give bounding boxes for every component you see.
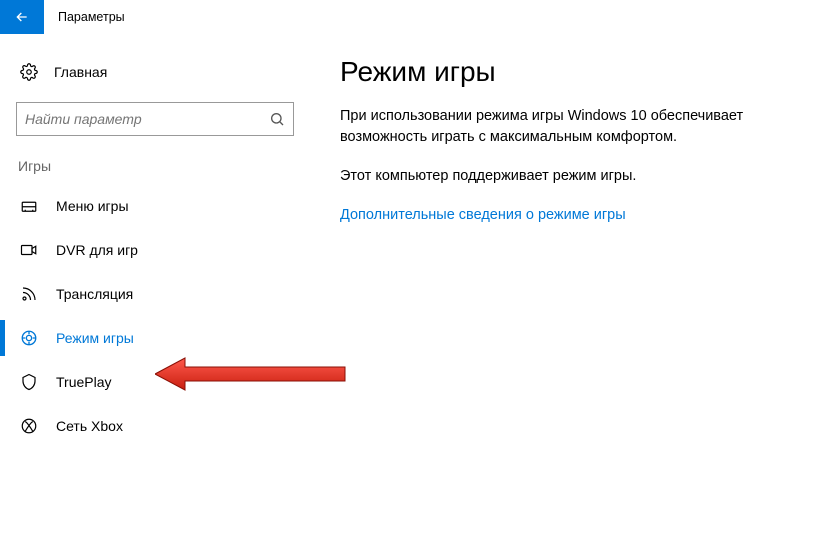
title-bar: Параметры bbox=[0, 0, 830, 34]
nav-item-game-bar[interactable]: Меню игры bbox=[0, 184, 310, 228]
page-heading: Режим игры bbox=[340, 56, 800, 88]
more-info-link[interactable]: Дополнительные сведения о режиме игры bbox=[340, 207, 626, 223]
nav-item-game-mode[interactable]: Режим игры bbox=[0, 316, 310, 360]
game-bar-icon bbox=[20, 197, 38, 215]
home-button[interactable]: Главная bbox=[16, 52, 294, 92]
gear-icon bbox=[20, 63, 38, 81]
nav-label: TruePlay bbox=[56, 374, 112, 390]
nav-label: DVR для игр bbox=[56, 242, 138, 258]
description-text-1: При использовании режима игры Windows 10… bbox=[340, 106, 770, 148]
xbox-icon bbox=[20, 417, 38, 435]
sidebar: Главная Игры Меню игры DVR для игр bbox=[0, 46, 310, 448]
back-arrow-icon bbox=[14, 9, 30, 25]
home-label: Главная bbox=[54, 64, 107, 80]
description-text-2: Этот компьютер поддерживает режим игры. bbox=[340, 166, 770, 187]
broadcast-icon bbox=[20, 285, 38, 303]
search-icon bbox=[269, 111, 285, 127]
nav-label: Сеть Xbox bbox=[56, 418, 123, 434]
window-title: Параметры bbox=[44, 10, 125, 24]
nav-item-xbox-network[interactable]: Сеть Xbox bbox=[0, 404, 310, 448]
nav-label: Режим игры bbox=[56, 330, 134, 346]
back-button[interactable] bbox=[0, 0, 44, 34]
nav-item-broadcast[interactable]: Трансляция bbox=[0, 272, 310, 316]
trueplay-icon bbox=[20, 373, 38, 391]
nav-item-game-dvr[interactable]: DVR для игр bbox=[0, 228, 310, 272]
nav-label: Трансляция bbox=[56, 286, 133, 302]
main-content: Режим игры При использовании режима игры… bbox=[310, 46, 830, 448]
game-mode-icon bbox=[20, 329, 38, 347]
search-input[interactable] bbox=[25, 111, 269, 127]
search-input-container[interactable] bbox=[16, 102, 294, 136]
nav-label: Меню игры bbox=[56, 198, 129, 214]
category-header: Игры bbox=[16, 158, 294, 174]
nav-item-trueplay[interactable]: TruePlay bbox=[0, 360, 310, 404]
dvr-icon bbox=[20, 241, 38, 259]
